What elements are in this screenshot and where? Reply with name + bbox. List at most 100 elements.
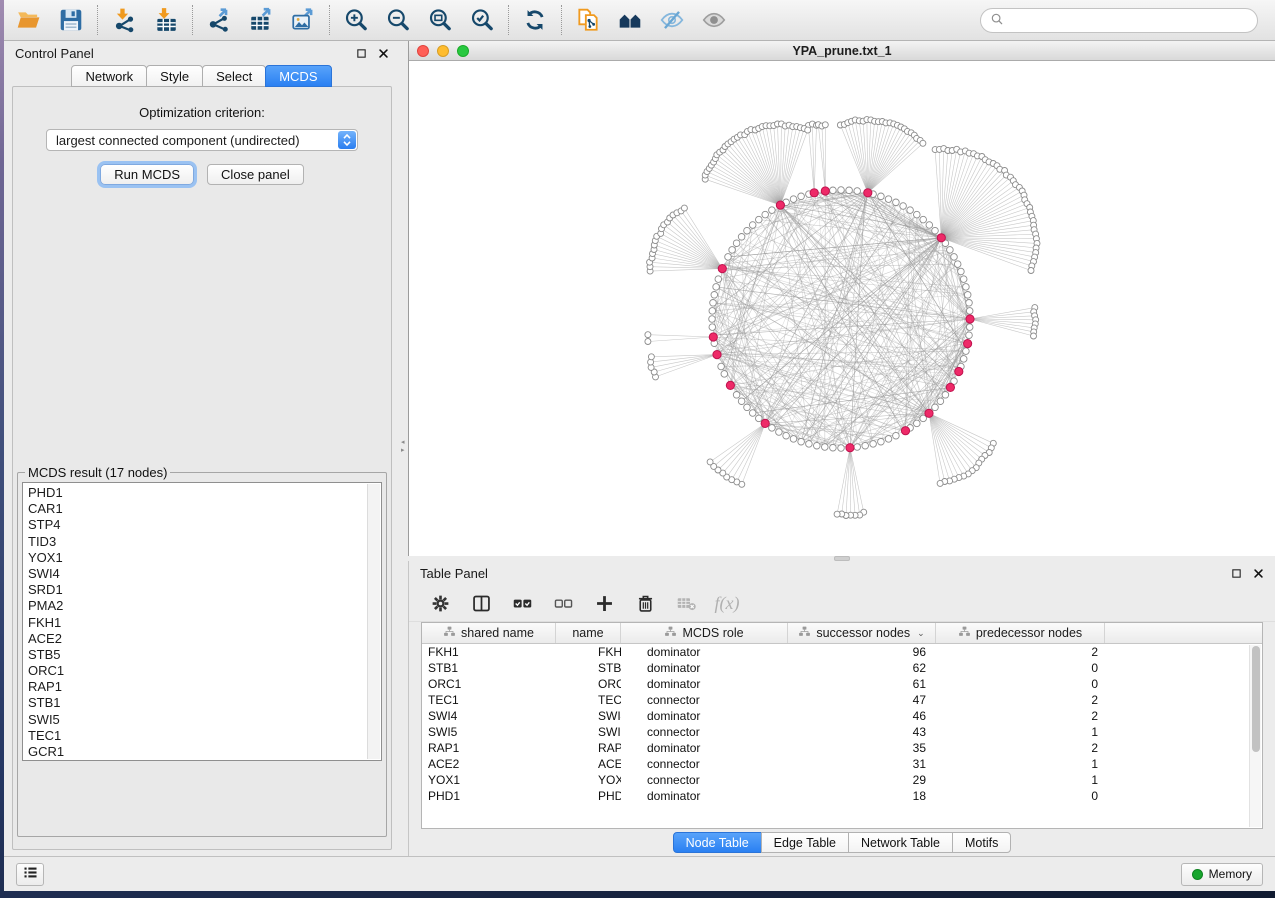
network-node[interactable] <box>713 351 721 359</box>
network-node[interactable] <box>966 300 973 307</box>
export-network-button[interactable] <box>202 3 236 37</box>
network-node[interactable] <box>681 205 687 211</box>
table-row[interactable]: TEC1TEC1connector472 <box>422 692 1262 708</box>
network-node[interactable] <box>942 392 949 399</box>
mcds-result-item[interactable]: TID3 <box>28 534 381 550</box>
float-panel-icon[interactable] <box>356 48 367 59</box>
network-node[interactable] <box>715 276 722 283</box>
table-row[interactable]: PHD1PHD1dominator180 <box>422 788 1262 804</box>
network-node[interactable] <box>907 207 914 214</box>
mcds-result-item[interactable]: STP4 <box>28 517 381 533</box>
network-node[interactable] <box>966 324 973 331</box>
hide-selected-button[interactable] <box>655 3 689 37</box>
network-node[interactable] <box>806 441 813 448</box>
search-box[interactable] <box>980 8 1258 33</box>
network-node[interactable] <box>790 436 797 443</box>
network-node[interactable] <box>648 354 654 360</box>
network-node[interactable] <box>960 276 967 283</box>
export-table-button[interactable] <box>244 3 278 37</box>
network-node[interactable] <box>756 415 763 422</box>
network-node[interactable] <box>710 300 717 307</box>
mcds-result-item[interactable]: PHD1 <box>28 485 381 501</box>
network-node[interactable] <box>822 444 829 451</box>
network-node[interactable] <box>721 371 728 378</box>
network-node[interactable] <box>846 187 853 194</box>
network-node[interactable] <box>954 261 961 268</box>
network-node[interactable] <box>932 404 939 411</box>
network-node[interactable] <box>798 193 805 200</box>
network-node[interactable] <box>769 425 776 432</box>
create-column-button[interactable] <box>591 590 617 616</box>
network-node[interactable] <box>1028 268 1034 274</box>
network-node[interactable] <box>707 459 713 465</box>
tab-mcds[interactable]: MCDS <box>265 65 331 87</box>
network-node[interactable] <box>958 268 965 275</box>
mcds-result-item[interactable]: YOX1 <box>28 550 381 566</box>
network-node[interactable] <box>862 442 869 449</box>
table-scrollbar-thumb[interactable] <box>1252 646 1260 752</box>
tab-network[interactable]: Network <box>71 65 147 87</box>
mcds-result-item[interactable]: SRD1 <box>28 582 381 598</box>
search-input[interactable] <box>1010 13 1248 28</box>
network-node[interactable] <box>937 234 945 242</box>
network-node[interactable] <box>963 284 970 291</box>
network-node[interactable] <box>761 419 769 427</box>
network-node[interactable] <box>966 315 974 323</box>
network-node[interactable] <box>738 234 745 241</box>
network-node[interactable] <box>966 332 973 339</box>
network-node[interactable] <box>964 292 971 299</box>
network-node[interactable] <box>814 442 821 449</box>
network-node[interactable] <box>937 480 943 486</box>
network-node[interactable] <box>925 409 933 417</box>
task-history-button[interactable] <box>16 863 44 886</box>
save-button[interactable] <box>54 3 88 37</box>
refresh-button[interactable] <box>518 3 552 37</box>
network-node[interactable] <box>932 227 939 234</box>
mcds-result-item[interactable]: ACE2 <box>28 631 381 647</box>
network-node[interactable] <box>830 444 837 451</box>
table-settings-button[interactable] <box>427 590 453 616</box>
network-node[interactable] <box>946 383 954 391</box>
network-node[interactable] <box>893 199 900 206</box>
mcds-result-item[interactable]: CAR1 <box>28 501 381 517</box>
close-panel-button[interactable]: Close panel <box>207 164 304 185</box>
network-node[interactable] <box>834 511 840 517</box>
network-node[interactable] <box>783 432 790 439</box>
table-row[interactable]: SWI4SWI4dominator462 <box>422 708 1262 724</box>
mcds-result-item[interactable]: GCR1 <box>28 744 381 760</box>
mcds-result-item[interactable]: PMA2 <box>28 598 381 614</box>
network-node[interactable] <box>964 340 972 348</box>
network-node[interactable] <box>645 332 651 338</box>
network-node[interactable] <box>901 427 909 435</box>
network-node[interactable] <box>718 265 726 273</box>
network-node[interactable] <box>733 392 740 399</box>
network-node[interactable] <box>920 140 926 146</box>
tab-style[interactable]: Style <box>146 65 203 87</box>
mcds-result-item[interactable]: STB1 <box>28 695 381 711</box>
list-scrollbar[interactable] <box>367 484 380 759</box>
zoom-in-button[interactable] <box>339 3 373 37</box>
table-row[interactable]: SWI5SWI5connector431 <box>422 724 1262 740</box>
network-node[interactable] <box>805 127 811 133</box>
table-scrollbar[interactable] <box>1249 645 1261 827</box>
network-node[interactable] <box>749 222 756 229</box>
network-node[interactable] <box>756 216 763 223</box>
network-node[interactable] <box>960 356 967 363</box>
first-neighbors-button[interactable] <box>613 3 647 37</box>
splitter-collapse-icon[interactable]: ◂▸ <box>401 439 405 455</box>
close-panel-icon[interactable] <box>1253 568 1264 579</box>
delete-columns-button[interactable] <box>632 590 658 616</box>
vertical-splitter[interactable]: ◂▸ <box>400 41 408 856</box>
new-network-from-selection-button[interactable] <box>571 3 605 37</box>
column-header-name[interactable]: name <box>556 623 621 643</box>
network-node[interactable] <box>709 316 716 323</box>
network-node[interactable] <box>878 193 885 200</box>
show-all-button[interactable] <box>697 3 731 37</box>
network-node[interactable] <box>709 333 717 341</box>
network-node[interactable] <box>810 189 818 197</box>
mcds-result-item[interactable]: SWI4 <box>28 566 381 582</box>
network-node[interactable] <box>1031 333 1037 339</box>
table-row[interactable]: YOX1YOX1connector291 <box>422 772 1262 788</box>
network-node[interactable] <box>864 189 872 197</box>
network-node[interactable] <box>885 436 892 443</box>
